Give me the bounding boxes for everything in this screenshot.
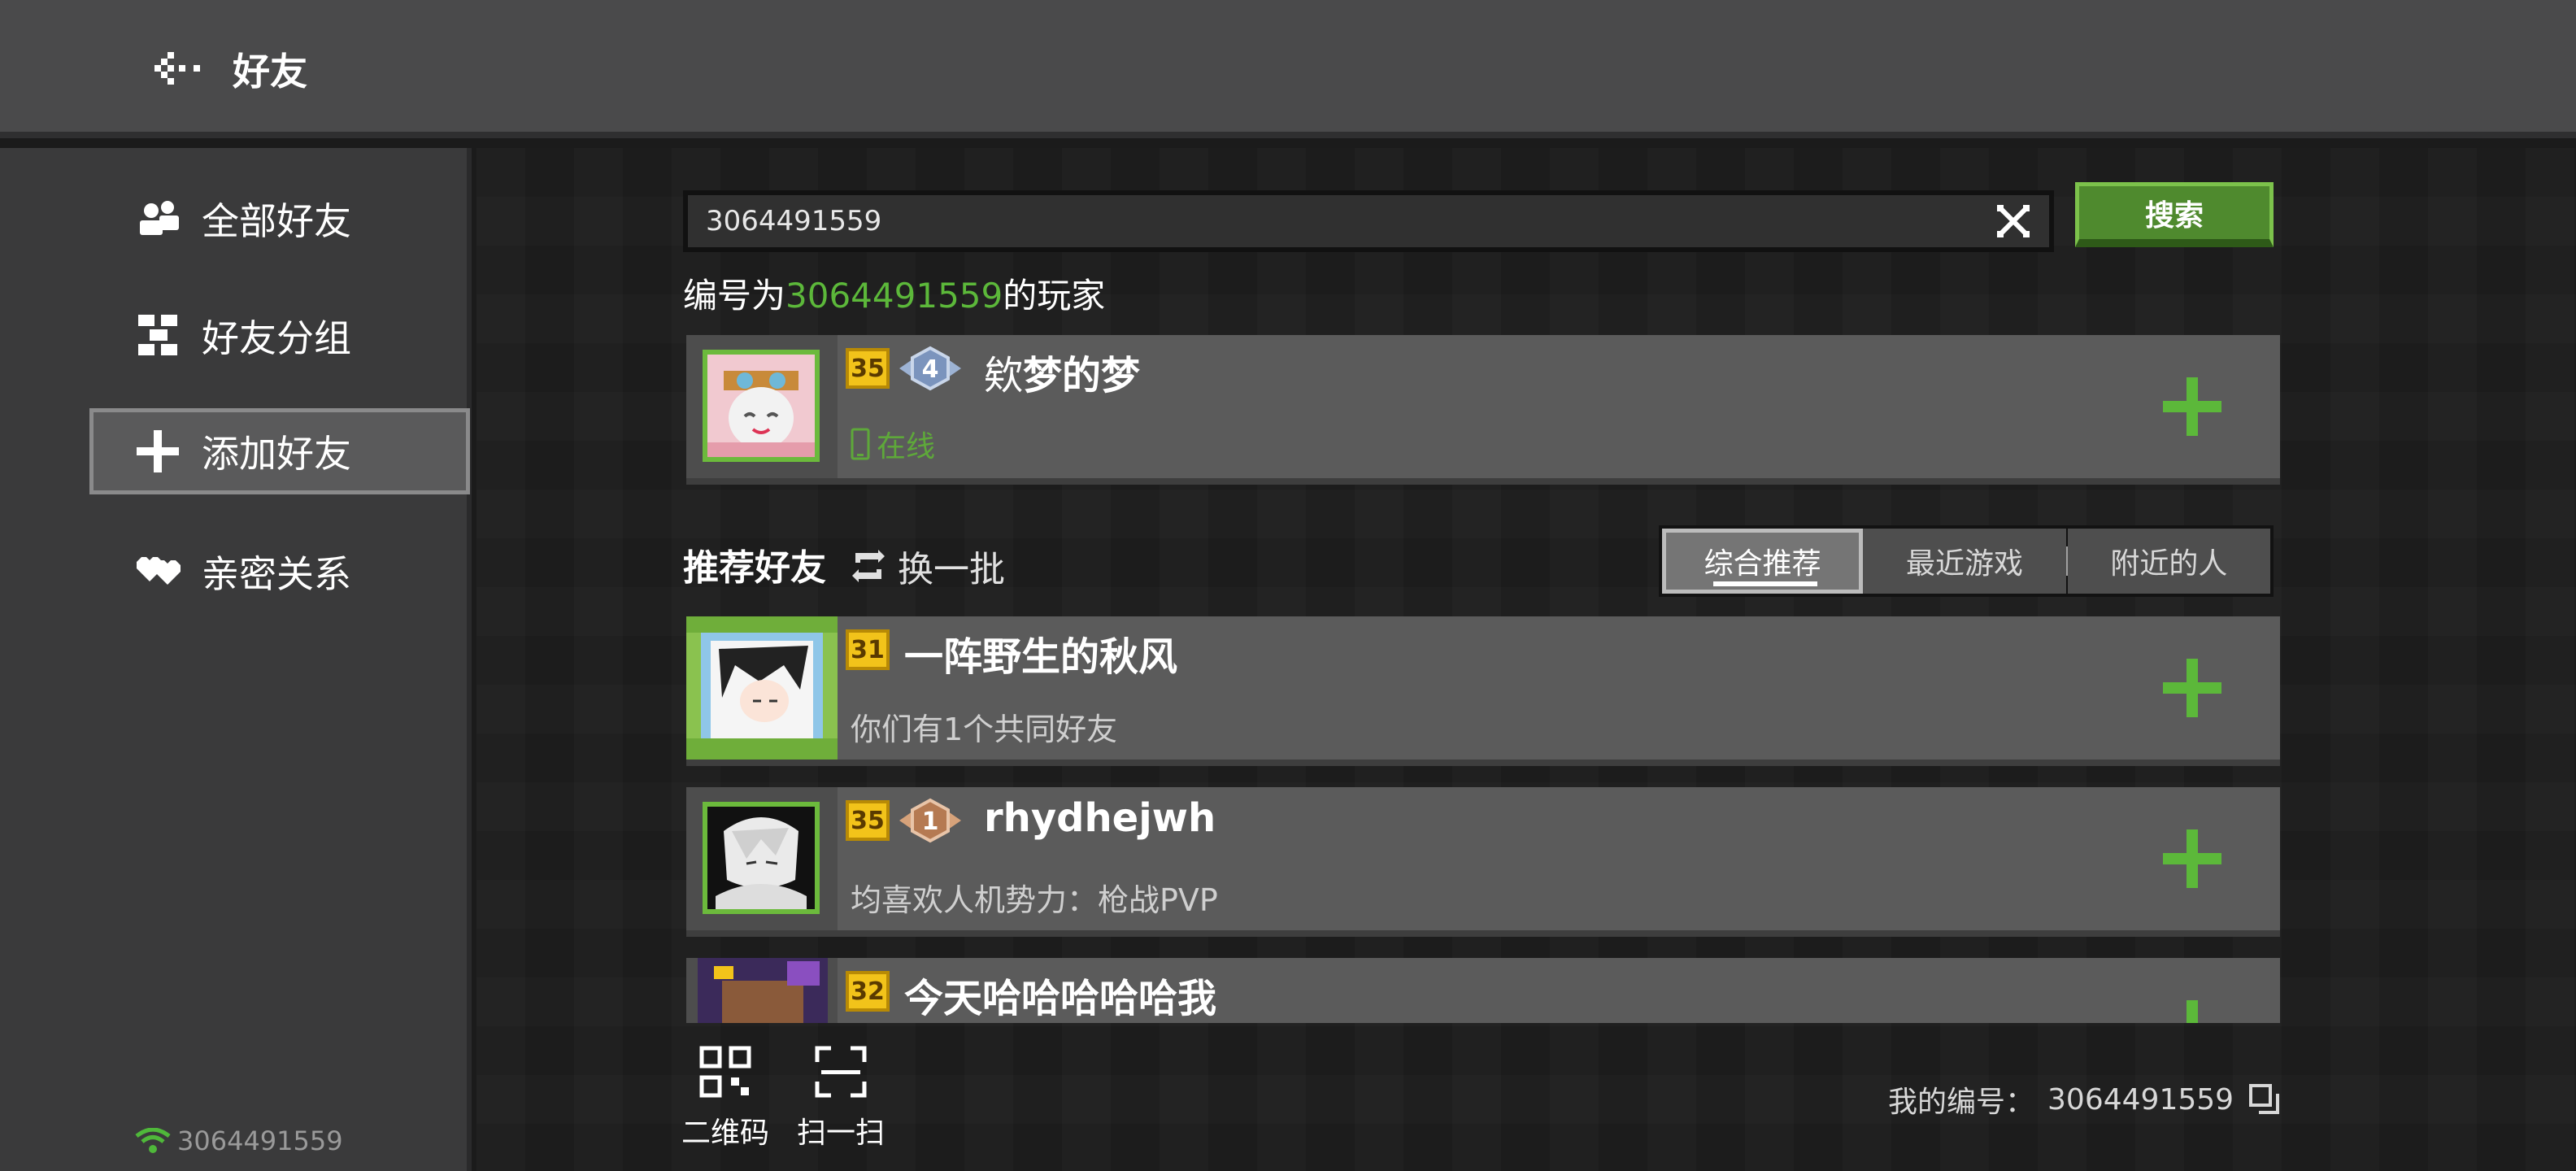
level-badge: 32 bbox=[846, 971, 890, 1012]
sidebar-item-intimate-relations[interactable]: 亲密关系 bbox=[89, 529, 470, 615]
recommend-reason: 均喜欢人机势力：枪战PVP bbox=[851, 882, 1218, 918]
copy-icon[interactable] bbox=[2248, 1083, 2281, 1116]
scan-label: 扫一扫 bbox=[797, 1117, 886, 1150]
add-friend-plus-icon[interactable] bbox=[2160, 826, 2225, 891]
plus-icon bbox=[137, 430, 179, 472]
list-item[interactable]: 32 今天哈哈哈哈哈我 bbox=[686, 958, 2280, 1023]
player-name: 欸梦的梦 bbox=[984, 353, 1141, 398]
recommend-tabs: 综合推荐 最近游戏 附近的人 bbox=[1659, 525, 2274, 597]
friends-icon bbox=[140, 201, 179, 235]
top-bar: 好友 bbox=[0, 0, 2576, 138]
svg-text:4: 4 bbox=[922, 355, 939, 384]
phone-icon bbox=[851, 428, 870, 460]
level-badge: 35 bbox=[846, 348, 890, 389]
scan-button[interactable]: 扫一扫 bbox=[797, 1046, 885, 1151]
group-icon bbox=[138, 315, 177, 355]
sidebar-item-label: 全部好友 bbox=[202, 199, 351, 243]
list-item[interactable]: 35 1 rhydhejwh 均喜欢人机势力：枪战PVP bbox=[686, 787, 2280, 937]
player-name: 一阵野生的秋风 bbox=[904, 634, 1178, 680]
sidebar-item-all-friends[interactable]: 全部好友 bbox=[89, 176, 470, 262]
player-name: rhydhejwh bbox=[984, 795, 1216, 841]
avatar[interactable] bbox=[686, 616, 838, 760]
refresh-button[interactable]: 换一批 bbox=[849, 540, 1005, 592]
network-status: 3064491559 bbox=[135, 1125, 343, 1156]
sidebar-item-label: 亲密关系 bbox=[202, 552, 351, 596]
search-input[interactable] bbox=[688, 194, 1995, 248]
rank-badge-icon: 4 bbox=[899, 346, 961, 391]
hearts-icon bbox=[137, 557, 181, 585]
add-friend-plus-icon[interactable] bbox=[2160, 655, 2225, 720]
sidebar-item-label: 好友分组 bbox=[202, 316, 351, 360]
network-id: 3064491559 bbox=[177, 1125, 343, 1156]
recommend-reason: 你们有1个共同好友 bbox=[851, 712, 1118, 747]
page-title: 好友 bbox=[233, 50, 307, 94]
search-result-heading: 编号为3064491559的玩家 bbox=[683, 276, 1106, 316]
add-friend-plus-icon[interactable] bbox=[2160, 997, 2225, 1023]
sidebar-item-friend-groups[interactable]: 好友分组 bbox=[89, 293, 470, 379]
recommend-title: 推荐好友 bbox=[683, 547, 826, 589]
avatar[interactable] bbox=[703, 350, 820, 462]
wifi-icon bbox=[135, 1128, 171, 1153]
qr-code-icon bbox=[699, 1046, 751, 1098]
add-friend-plus-icon[interactable] bbox=[2160, 374, 2225, 439]
search-result-card[interactable]: 35 4 欸梦的梦 在线 bbox=[686, 335, 2280, 485]
rank-badge-icon: 1 bbox=[899, 798, 961, 843]
refresh-icon bbox=[852, 550, 885, 582]
close-icon[interactable] bbox=[1995, 203, 2031, 239]
list-item[interactable]: 31 一阵野生的秋风 你们有1个共同好友 bbox=[686, 616, 2280, 766]
qr-code-button[interactable]: 二维码 bbox=[681, 1046, 769, 1151]
svg-text:1: 1 bbox=[922, 808, 939, 836]
player-name: 今天哈哈哈哈哈我 bbox=[904, 976, 1217, 1021]
tab-nearby[interactable]: 附近的人 bbox=[2067, 529, 2271, 594]
tab-recent-games[interactable]: 最近游戏 bbox=[1863, 529, 2066, 594]
list-clip: 32 今天哈哈哈哈哈我 bbox=[686, 958, 2280, 1023]
sidebar-item-add-friend[interactable]: 添加好友 bbox=[89, 408, 470, 494]
back-arrow-icon[interactable] bbox=[154, 50, 203, 86]
level-badge: 31 bbox=[846, 629, 890, 670]
tab-comprehensive[interactable]: 综合推荐 bbox=[1662, 529, 1864, 594]
my-id: 我的编号： 3064491559 bbox=[1888, 1078, 2281, 1121]
scan-icon bbox=[815, 1046, 867, 1098]
avatar[interactable] bbox=[698, 958, 828, 1023]
online-status: 在线 bbox=[851, 423, 935, 465]
level-badge: 35 bbox=[846, 800, 890, 841]
search-field[interactable] bbox=[683, 190, 2054, 252]
search-button[interactable]: 搜索 bbox=[2075, 182, 2274, 247]
sidebar-item-label: 添加好友 bbox=[202, 432, 351, 476]
qr-code-label: 二维码 bbox=[681, 1117, 770, 1150]
avatar[interactable] bbox=[703, 802, 820, 914]
